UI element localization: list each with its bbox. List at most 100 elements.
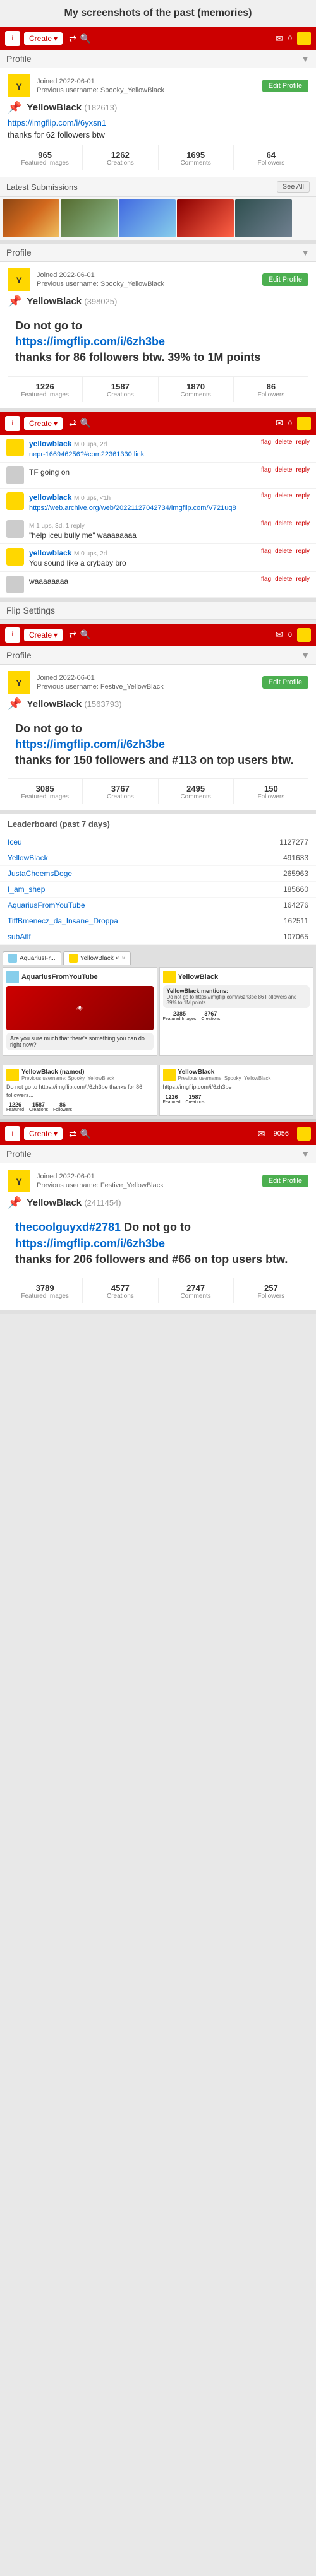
comment-user-5[interactable]: yellowblack: [29, 549, 71, 557]
comment-body-4: M 1 ups, 3d, 1 reply "help iceu bully me…: [29, 520, 256, 540]
search-icon-2[interactable]: 🔍: [80, 418, 91, 429]
notif-header: YellowBlack mentions:: [167, 988, 307, 994]
inner-text-5b: https://imgflip.com/i/6zh3be: [163, 1083, 310, 1091]
delete-action-3[interactable]: delete: [275, 492, 292, 499]
profile-bar-arrow-2: ▼: [301, 247, 310, 258]
username-2: YellowBlack (398025): [27, 296, 117, 307]
profile-section-6: Profile ▼ Y Joined 2022-06-01 Previous u…: [0, 1145, 316, 1314]
reply-action-3[interactable]: reply: [296, 492, 310, 499]
nav-avatar-4: [297, 1127, 311, 1141]
close-icon[interactable]: ×: [121, 955, 125, 962]
flag-action-1[interactable]: flag: [261, 439, 271, 446]
search-icon[interactable]: 🔍: [80, 33, 91, 44]
edit-profile-button-1[interactable]: Edit Profile: [262, 80, 308, 92]
comments-section: yellowblack M 0 ups, 2d nepr-166946256?#…: [0, 435, 316, 602]
avatar-4: Y: [8, 671, 30, 694]
edit-profile-button-4[interactable]: Edit Profile: [262, 676, 308, 689]
delete-action-2[interactable]: delete: [275, 466, 292, 473]
profile-content-6: Y Joined 2022-06-01 Previous username: F…: [0, 1163, 316, 1310]
reply-action-5[interactable]: reply: [296, 548, 310, 555]
inner-username-5a: YellowBlack (named): [21, 1069, 114, 1076]
comment-text-3: https://web.archive.org/web/202211270427…: [29, 503, 256, 512]
reply-action-4[interactable]: reply: [296, 520, 310, 527]
reply-action-1[interactable]: reply: [296, 439, 310, 446]
flag-action-4[interactable]: flag: [261, 520, 271, 527]
comment-row-4: M 1 ups, 3d, 1 reply "help iceu bully me…: [0, 516, 316, 544]
profile-bar-arrow-1: ▼: [301, 54, 310, 64]
inner-username-right: YellowBlack: [178, 973, 219, 981]
reply-action-6[interactable]: reply: [296, 576, 310, 583]
avatar-6: Y: [8, 1170, 30, 1192]
flag-action-2[interactable]: flag: [261, 466, 271, 473]
comment-meta-3: M 0 ups, <1h: [74, 495, 111, 502]
stat-featured-2: 1226 Featured Images: [8, 377, 83, 402]
shuffle-icon-3[interactable]: ⇄: [69, 629, 76, 640]
mail-icon[interactable]: ✉: [276, 33, 283, 44]
nav-num: 0: [288, 35, 292, 42]
comment-link-1[interactable]: nepr-166946256?#com22361330 link: [29, 451, 144, 458]
thumbnail-5: [235, 199, 292, 237]
profile-bar-1: Profile ▼: [0, 50, 316, 68]
mail-icon-2[interactable]: ✉: [276, 418, 283, 429]
leaderboard-row-4: AquariusFromYouTube 164276: [0, 898, 316, 913]
profile-prev-1: Previous username: Spooky_YellowBlack: [37, 86, 256, 94]
comment-link-3[interactable]: https://web.archive.org/web/202211270427…: [29, 504, 236, 512]
shuffle-icon[interactable]: ⇄: [69, 33, 76, 44]
profile-section-4: Profile ▼ Y Joined 2022-06-01 Previous u…: [0, 646, 316, 815]
stats-row-2: 1226 Featured Images 1587 Creations 1870…: [8, 376, 308, 402]
comment-row-5: yellowblack M 0 ups, 2d You sound like a…: [0, 544, 316, 572]
search-icon-3[interactable]: 🔍: [80, 629, 91, 640]
shuffle-icon-4[interactable]: ⇄: [69, 1129, 76, 1139]
leaderboard-section: Leaderboard (past 7 days) Iceu 1127277 Y…: [0, 814, 316, 949]
comment-text-1: nepr-166946256?#com22361330 link: [29, 449, 256, 458]
flag-action-3[interactable]: flag: [261, 492, 271, 499]
warning-text-4: Do not go to https://imgflip.com/i/6zh3b…: [8, 715, 308, 775]
notif-text: Do not go to https://imgflip.com/i/6zh3b…: [167, 994, 307, 1006]
search-icon-4[interactable]: 🔍: [80, 1129, 91, 1139]
shuffle-icon-2[interactable]: ⇄: [69, 418, 76, 429]
leaderboard-row-6: subAtlf 107065: [0, 929, 316, 945]
delete-action-6[interactable]: delete: [275, 576, 292, 583]
tab-aquarius[interactable]: AquariusFr...: [3, 951, 61, 965]
comment-user-3[interactable]: yellowblack: [29, 493, 71, 502]
see-all-button[interactable]: See All: [277, 181, 310, 193]
lb-name-3[interactable]: I_am_shep: [8, 885, 45, 894]
edit-profile-button-6[interactable]: Edit Profile: [262, 1175, 308, 1187]
create-button-4[interactable]: Create ▾: [24, 1127, 63, 1140]
mail-icon-3[interactable]: ✉: [276, 629, 283, 640]
lb-name-5[interactable]: TiffBmenecz_da_Insane_Droppa: [8, 917, 118, 925]
comment-meta-1: M 0 ups, 2d: [74, 441, 107, 448]
lb-name-0[interactable]: Iceu: [8, 838, 22, 846]
site-logo-4: i: [5, 1126, 20, 1141]
nav-bar-4: i Create ▾ ⇄ 🔍 ✉ 9056: [0, 1122, 316, 1145]
create-button-2[interactable]: Create ▾: [24, 417, 63, 430]
lb-name-6[interactable]: subAtlf: [8, 932, 31, 941]
mail-icon-4[interactable]: ✉: [258, 1129, 265, 1139]
comment-user-1[interactable]: yellowblack: [29, 439, 71, 448]
delete-action-4[interactable]: delete: [275, 520, 292, 527]
comment-row-2: TF going on flag delete reply: [0, 463, 316, 489]
flag-action-6[interactable]: flag: [261, 576, 271, 583]
delete-action-5[interactable]: delete: [275, 548, 292, 555]
lb-name-4[interactable]: AquariusFromYouTube: [8, 901, 85, 910]
tab-yellowblack[interactable]: YellowBlack × ×: [63, 951, 131, 965]
profile-link-1[interactable]: https://imgflip.com/i/6yxsn1: [8, 118, 308, 128]
comment-actions-6: flag delete reply: [261, 576, 310, 583]
inner-user-row-left: AquariusFromYouTube: [6, 971, 154, 983]
create-button[interactable]: Create ▾: [24, 32, 63, 45]
comment-row-3: yellowblack M 0 ups, <1h https://web.arc…: [0, 489, 316, 516]
lb-num-3: 185660: [283, 885, 308, 894]
flag-action-5[interactable]: flag: [261, 548, 271, 555]
nav-bar-3: i Create ▾ ⇄ 🔍 ✉ 0: [0, 624, 316, 646]
lb-name-1[interactable]: YellowBlack: [8, 853, 48, 862]
delete-action-1[interactable]: delete: [275, 439, 292, 446]
site-logo: i: [5, 31, 20, 46]
chevron-down-icon: ▾: [54, 34, 58, 43]
create-button-3[interactable]: Create ▾: [24, 629, 63, 641]
profile-joined-2: Joined 2022-06-01: [37, 271, 256, 279]
pushpin-icon-1: 📌: [8, 101, 21, 114]
reply-action-2[interactable]: reply: [296, 466, 310, 473]
lb-name-2[interactable]: JustaCheemsDoge: [8, 869, 72, 878]
inner-avatar-left: [6, 971, 19, 983]
edit-profile-button-2[interactable]: Edit Profile: [262, 273, 308, 286]
